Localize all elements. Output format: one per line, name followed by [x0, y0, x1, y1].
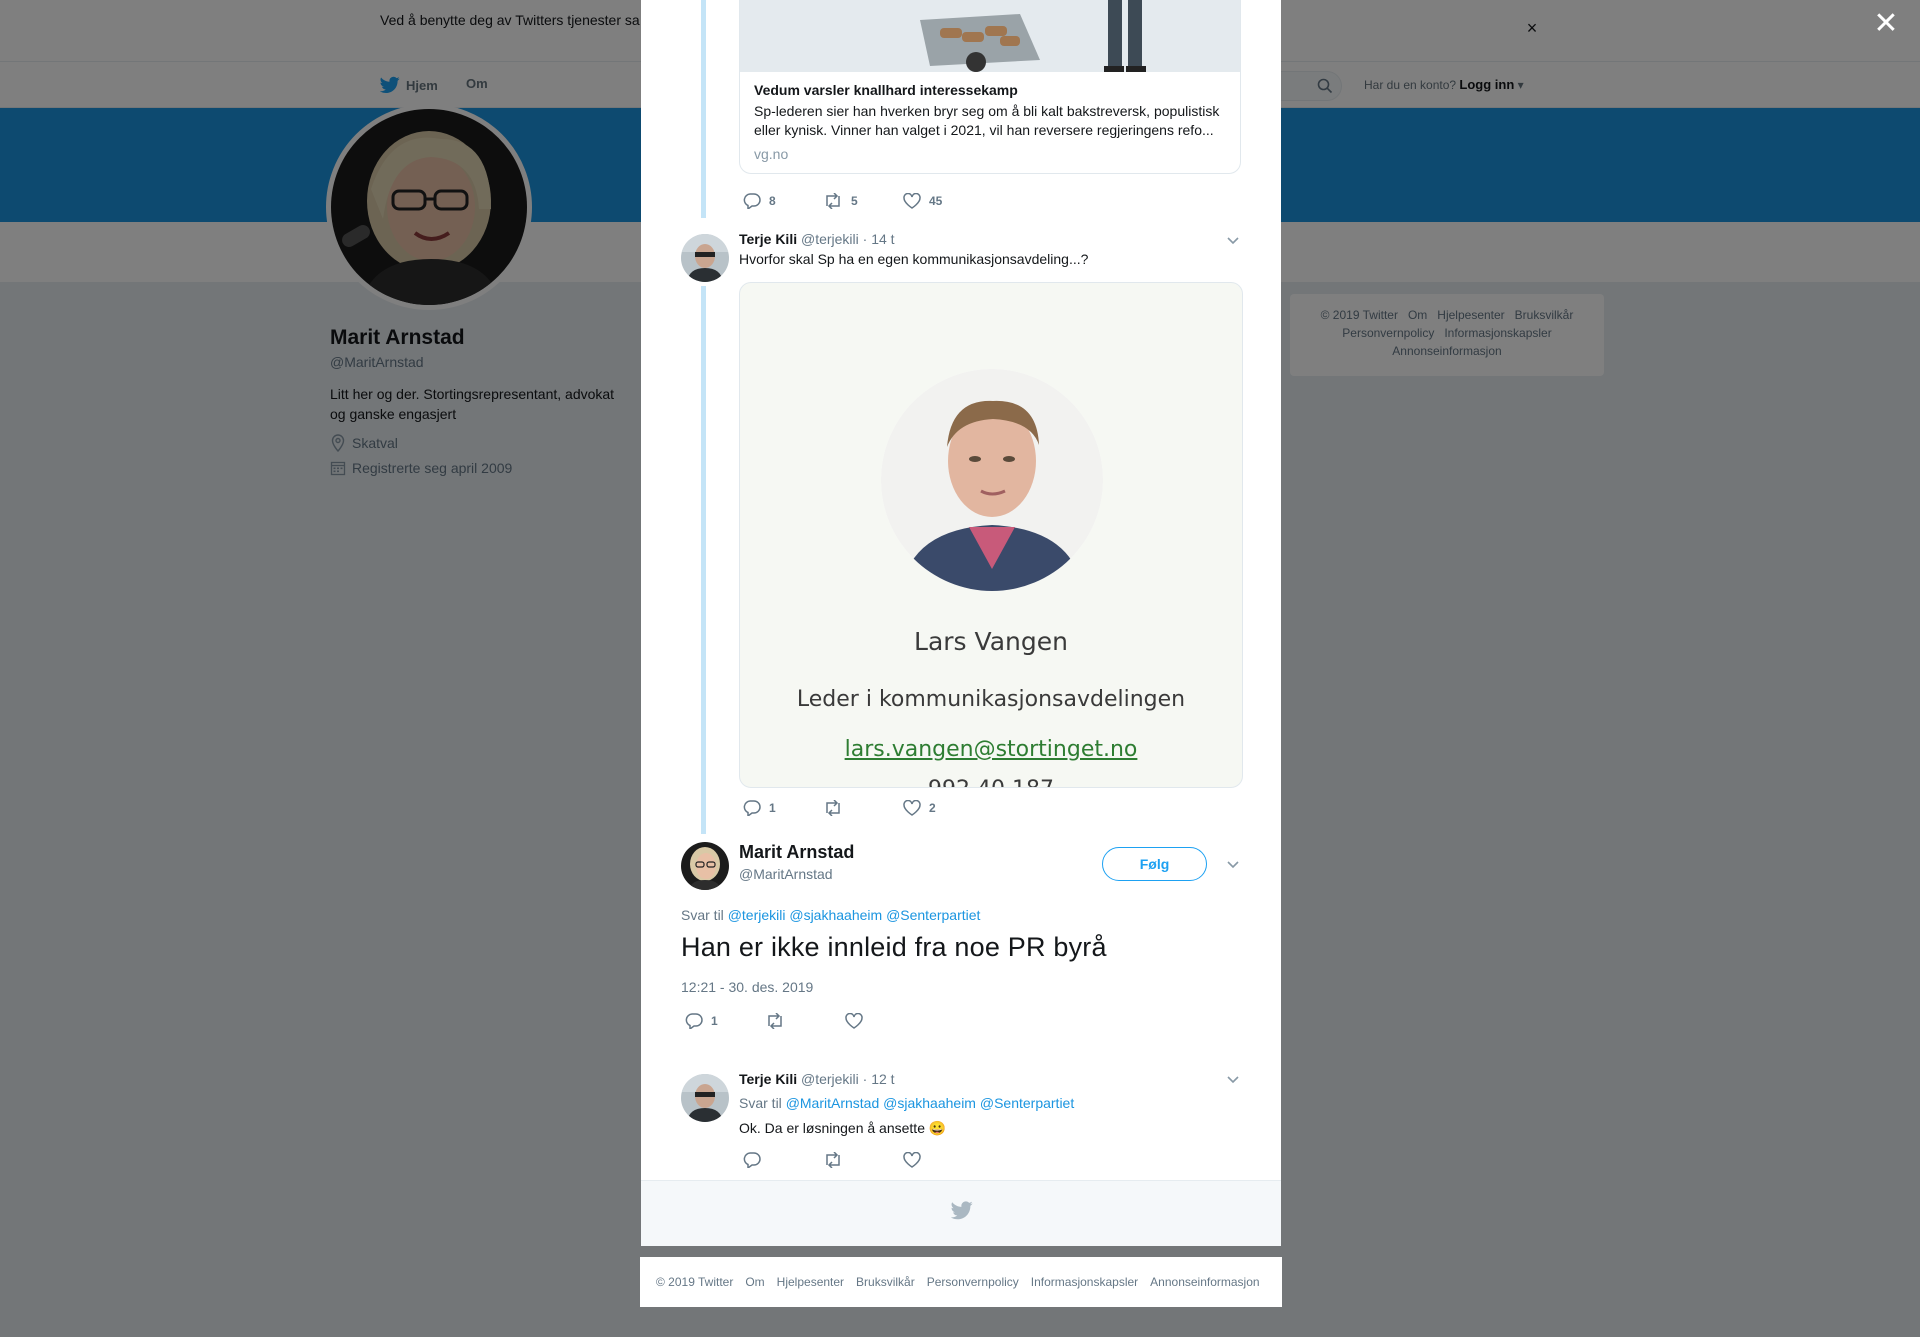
- chevron-down-icon[interactable]: [1225, 856, 1241, 872]
- tweet-header: Terje Kili @terjekili · 12 t: [739, 1071, 895, 1087]
- retweet-button[interactable]: [823, 800, 903, 816]
- mention-link[interactable]: @Senterpartiet: [886, 907, 980, 923]
- reply-button[interactable]: 8: [743, 193, 823, 209]
- main-author-handle[interactable]: @MaritArnstad: [739, 866, 833, 882]
- thread-line: [701, 0, 706, 218]
- reply-icon: [743, 800, 761, 816]
- media-person-name: Lars Vangen: [914, 627, 1068, 656]
- tweet-time[interactable]: · 12 t: [863, 1071, 895, 1087]
- link-card[interactable]: Vedum varsler knallhard interessekamp Sp…: [739, 72, 1241, 174]
- footer-link-about[interactable]: Om: [745, 1275, 764, 1289]
- reply-count: 1: [711, 1014, 718, 1028]
- retweet-icon: [765, 1013, 785, 1029]
- tweet-actions: 1 2: [743, 800, 983, 816]
- footer-link-terms[interactable]: Bruksvilkår: [856, 1275, 915, 1289]
- chevron-down-icon[interactable]: [1225, 1071, 1241, 1087]
- like-count: 45: [929, 194, 943, 208]
- footer-link-ads[interactable]: Annonseinformasjon: [1150, 1275, 1259, 1289]
- reply-context: Svar til @terjekili @sjakhaaheim @Senter…: [681, 907, 980, 923]
- reply-icon: [743, 1152, 761, 1168]
- like-icon: [903, 800, 921, 816]
- author-handle[interactable]: @terjekili: [801, 231, 859, 247]
- retweet-icon: [823, 1152, 843, 1168]
- like-icon: [903, 193, 921, 209]
- like-icon: [903, 1152, 921, 1168]
- like-icon: [845, 1013, 863, 1029]
- grinning-face-emoji: 😀: [928, 1120, 947, 1136]
- like-button[interactable]: [903, 1152, 983, 1168]
- tweet-header: Terje Kili @terjekili · 14 t: [739, 231, 895, 247]
- like-button[interactable]: 2: [903, 800, 983, 816]
- twitter-bird-icon: [951, 1201, 973, 1220]
- footer-link-copyright: © 2019 Twitter: [656, 1275, 734, 1289]
- author-handle[interactable]: @terjekili: [801, 1071, 859, 1087]
- bottom-footer: © 2019 Twitter Om Hjelpesenter Bruksvilk…: [640, 1257, 1282, 1307]
- tweet-actions: 1: [685, 1013, 925, 1029]
- thread-line: [701, 286, 706, 834]
- avatar[interactable]: [681, 842, 729, 890]
- reply-prefix: Svar til: [739, 1095, 782, 1111]
- reply-context: Svar til @MaritArnstad @sjakhaaheim @Sen…: [739, 1095, 1074, 1111]
- retweet-icon: [823, 193, 843, 209]
- reply-button[interactable]: [743, 1152, 823, 1168]
- card-title: Vedum varsler knallhard interessekamp: [754, 82, 1018, 98]
- tweet-time[interactable]: · 14 t: [863, 231, 895, 247]
- link-card-image[interactable]: [739, 0, 1241, 72]
- mention-link[interactable]: @terjekili: [728, 907, 786, 923]
- tweet-actions: [743, 1152, 983, 1168]
- author-name[interactable]: Terje Kili: [739, 231, 797, 247]
- avatar[interactable]: [681, 234, 729, 282]
- retweet-button[interactable]: [823, 1152, 903, 1168]
- media-person-role: Leder i kommunikasjonsavdelingen: [796, 687, 1186, 712]
- main-tweet-text: Han er ikke innleid fra noe PR byrå: [681, 932, 1107, 962]
- retweet-button[interactable]: 5: [823, 193, 903, 209]
- like-button[interactable]: [845, 1013, 925, 1029]
- reply-icon: [685, 1013, 703, 1029]
- main-tweet-timestamp[interactable]: 12:21 - 30. des. 2019: [681, 979, 813, 995]
- tweet-text-content: Ok. Da er løsningen å ansette: [739, 1120, 925, 1136]
- card-description: Sp-lederen sier han hverken bryr seg om …: [754, 103, 1220, 138]
- reply-button[interactable]: 1: [685, 1013, 765, 1029]
- reply-prefix: Svar til: [681, 907, 724, 923]
- mention-link[interactable]: @MaritArnstad: [786, 1095, 880, 1111]
- tweet-text: Hvorfor skal Sp ha en egen kommunikasjon…: [739, 251, 1089, 267]
- reply-count: 1: [769, 801, 776, 815]
- retweet-icon: [823, 800, 843, 816]
- card-domain: vg.no: [754, 146, 789, 162]
- chevron-down-icon[interactable]: [1225, 232, 1241, 248]
- footer-link-help[interactable]: Hjelpesenter: [777, 1275, 844, 1289]
- mention-link[interactable]: @Senterpartiet: [980, 1095, 1074, 1111]
- reply-count: 8: [769, 194, 776, 208]
- follow-button[interactable]: Følg: [1102, 847, 1207, 881]
- tweet-text: Ok. Da er løsningen å ansette 😀: [739, 1118, 946, 1138]
- tweet-actions: 8 5 45: [743, 193, 983, 209]
- like-button[interactable]: 45: [903, 193, 983, 209]
- media-person-phone: 992 40 187: [740, 777, 1242, 787]
- footer-link-cookies[interactable]: Informasjonskapsler: [1031, 1275, 1138, 1289]
- like-count: 2: [929, 801, 936, 815]
- tweet-media-image[interactable]: Lars Vangen Leder i kommunikasjonsavdeli…: [739, 282, 1243, 788]
- tweet-modal: Vedum varsler knallhard interessekamp Sp…: [641, 0, 1281, 1246]
- media-person-email: lars.vangen@stortinget.no: [844, 737, 1138, 762]
- reply-icon: [743, 193, 761, 209]
- retweet-button[interactable]: [765, 1013, 845, 1029]
- media-portrait: [881, 369, 1103, 591]
- footer-link-privacy[interactable]: Personvernpolicy: [927, 1275, 1019, 1289]
- avatar[interactable]: [681, 1074, 729, 1122]
- mention-link[interactable]: @sjakhaaheim: [883, 1095, 976, 1111]
- close-icon[interactable]: ✕: [1872, 9, 1900, 39]
- reply-button[interactable]: 1: [743, 800, 823, 816]
- modal-footer: [641, 1180, 1281, 1246]
- main-author-name[interactable]: Marit Arnstad: [739, 842, 854, 863]
- author-name[interactable]: Terje Kili: [739, 1071, 797, 1087]
- mention-link[interactable]: @sjakhaaheim: [789, 907, 882, 923]
- retweet-count: 5: [851, 194, 858, 208]
